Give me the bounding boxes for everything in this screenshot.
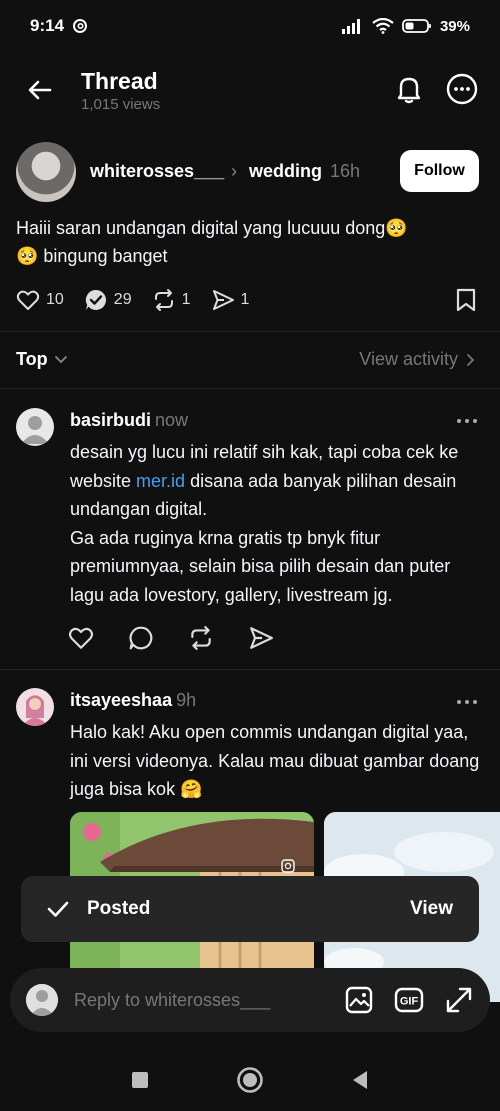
- divider: [0, 388, 500, 389]
- svg-text:GIF: GIF: [400, 996, 419, 1008]
- reply-timestamp: 9h: [176, 690, 197, 710]
- default-avatar-icon: [26, 984, 58, 1016]
- send-icon[interactable]: [248, 625, 274, 651]
- repost-icon[interactable]: [188, 625, 214, 651]
- toast-view-button[interactable]: View: [410, 898, 453, 920]
- posted-toast: Posted View: [21, 876, 479, 942]
- heart-icon: [16, 290, 40, 310]
- post-author-name[interactable]: whiterosses___: [90, 161, 224, 182]
- view-count: 1,015 views: [81, 96, 161, 113]
- repost-icon: [154, 289, 173, 311]
- comment-icon[interactable]: [128, 625, 154, 651]
- reply-text: Halo kak! Aku open commis undangan digit…: [70, 722, 480, 799]
- post-topic[interactable]: wedding: [249, 161, 322, 182]
- replies-button[interactable]: 29: [84, 288, 132, 312]
- battery-icon: [402, 19, 431, 33]
- back-arrow-icon[interactable]: [24, 74, 56, 106]
- checkmark-icon: [47, 901, 69, 917]
- reply-author-avatar[interactable]: [16, 408, 54, 446]
- topic-separator: ›: [231, 161, 237, 181]
- send-icon: [212, 290, 234, 310]
- bookmark-icon[interactable]: [454, 287, 478, 313]
- post-author-avatar[interactable]: [16, 142, 76, 202]
- more-options-icon[interactable]: [445, 72, 479, 106]
- reply-actions: [68, 625, 274, 651]
- reply-author-username[interactable]: basirbudi: [70, 410, 151, 430]
- reply-text: desain yg lucu ini relatif sih kak, tapi…: [70, 438, 485, 609]
- divider: [0, 331, 500, 332]
- follow-button[interactable]: Follow: [400, 150, 479, 192]
- sort-dropdown[interactable]: Top: [16, 349, 68, 370]
- post-text: Haiii saran undangan digital yang lucuuu…: [16, 214, 476, 270]
- sort-label: Top: [16, 349, 48, 369]
- composer-avatar: [26, 984, 58, 1016]
- chevron-down-icon: [54, 355, 67, 363]
- chevron-right-icon: [467, 353, 475, 366]
- battery-level: 39%: [439, 17, 470, 35]
- share-count: 1: [240, 291, 250, 308]
- reply-author-name[interactable]: itsayeeshaa 9h: [70, 690, 196, 711]
- like-button[interactable]: 10: [16, 288, 64, 312]
- reply-author-username[interactable]: itsayeeshaa: [70, 690, 172, 710]
- thread-header: Thread 1,015 views: [0, 62, 500, 122]
- reply-count: 29: [113, 291, 132, 308]
- reply-timestamp: now: [155, 410, 189, 430]
- illustrated-avatar-icon: [22, 695, 48, 726]
- post-actions: 10 29 1 1: [16, 285, 269, 315]
- status-time: 9:14: [30, 16, 65, 35]
- expand-icon[interactable]: [444, 985, 474, 1015]
- default-avatar-icon: [21, 416, 49, 444]
- reply-more-icon[interactable]: [455, 416, 479, 426]
- reply-paragraph-1: desain yg lucu ini relatif sih kak, tapi…: [70, 438, 485, 524]
- recents-icon[interactable]: [130, 1070, 150, 1090]
- reply-link[interactable]: mer.id: [136, 471, 185, 491]
- image-gallery-icon[interactable]: [344, 985, 374, 1015]
- repost-button[interactable]: 1: [152, 288, 191, 312]
- reply-checked-icon: [85, 289, 106, 310]
- reply-input[interactable]: [74, 989, 314, 1011]
- like-count: 10: [46, 291, 64, 308]
- system-navigation-bar: [0, 1048, 500, 1111]
- view-activity-link[interactable]: View activity: [359, 349, 476, 370]
- heart-icon[interactable]: [68, 625, 94, 651]
- post-text-line-2: 🥺 bingung banget: [16, 246, 168, 266]
- threads-notification-icon: [73, 19, 88, 33]
- reply-paragraph-2: Ga ada ruginya krna gratis tp bnyk fitur…: [70, 527, 451, 605]
- toast-label: Posted: [87, 898, 151, 919]
- view-activity-label: View activity: [359, 349, 458, 369]
- divider: [0, 669, 500, 670]
- share-button[interactable]: 1: [211, 288, 250, 312]
- reply-author-name[interactable]: basirbudi now: [70, 410, 188, 431]
- gif-icon[interactable]: GIF: [394, 985, 424, 1015]
- signal-icon: [341, 19, 360, 34]
- bell-icon[interactable]: [392, 72, 426, 106]
- wifi-icon: [372, 18, 394, 34]
- back-triangle-icon[interactable]: [350, 1069, 370, 1091]
- reply-author-avatar[interactable]: [16, 688, 54, 726]
- home-icon[interactable]: [236, 1066, 264, 1094]
- post-timestamp: 16h: [330, 161, 361, 181]
- reply-composer: GIF: [10, 968, 490, 1032]
- reply-more-icon[interactable]: [455, 697, 479, 707]
- status-bar: 9:14 39%: [0, 0, 500, 52]
- repost-count: 1: [181, 291, 191, 308]
- post-text-line-1: Haiii saran undangan digital yang lucuuu…: [16, 218, 408, 238]
- page-title: Thread: [81, 68, 158, 94]
